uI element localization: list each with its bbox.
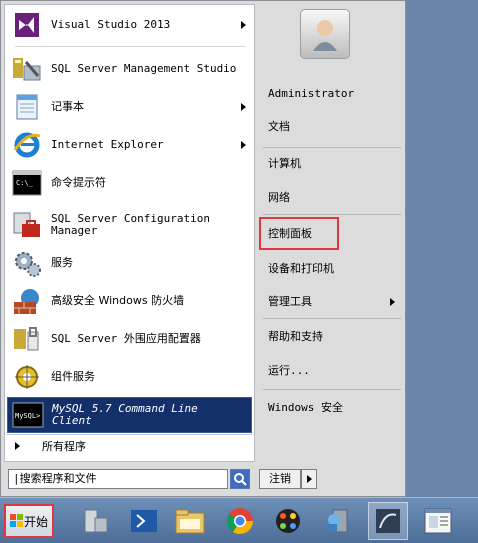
paint-icon [276, 509, 300, 533]
divider [263, 389, 401, 390]
taskbar-explorer[interactable] [170, 502, 210, 540]
user-avatar[interactable] [300, 9, 350, 59]
arrow-right-icon [306, 475, 312, 483]
menu-run[interactable]: 运行... [265, 358, 399, 384]
taskbar-sql-mgmt[interactable] [368, 502, 408, 540]
program-services[interactable]: 服务 [7, 245, 252, 281]
search-input[interactable]: |搜索程序和文件 [8, 469, 228, 489]
internet-explorer-icon [11, 129, 43, 161]
chrome-icon [226, 508, 254, 535]
component-services-icon [11, 361, 43, 393]
shutdown-options-button[interactable] [301, 469, 317, 489]
taskbar-server-manager[interactable] [76, 502, 116, 540]
search-button[interactable] [230, 469, 250, 489]
menu-network[interactable]: 网络 [265, 185, 399, 211]
highlight-box [259, 217, 339, 250]
sql-surface-config-icon [11, 323, 43, 355]
sql-mgmt-icon [376, 509, 400, 533]
windows-logo-icon [9, 514, 23, 527]
taskbar-powershell[interactable] [124, 502, 164, 540]
divider [263, 318, 401, 319]
program-mysql-client[interactable]: MySQL> MySQL 5.7 Command Line Client [7, 397, 252, 433]
sql-management-studio-icon [11, 53, 43, 85]
menu-help-support[interactable]: 帮助和支持 [265, 324, 399, 350]
program-internet-explorer[interactable]: Internet Explorer [7, 127, 252, 163]
services-icon [11, 247, 43, 279]
notepad-icon [11, 91, 43, 123]
svg-text:C:\_: C:\_ [16, 179, 34, 187]
menu-documents[interactable]: 文档 [265, 114, 399, 140]
divider [15, 46, 245, 47]
sql-config-manager-icon [11, 209, 43, 241]
svg-text:MySQL>: MySQL> [15, 412, 40, 420]
program-notepad[interactable]: 记事本 [7, 89, 252, 125]
all-programs-button[interactable]: 所有程序 [7, 433, 252, 459]
start-button[interactable]: 开始 [4, 504, 54, 538]
taskbar-user-setup[interactable] [318, 502, 358, 540]
search-icon [234, 473, 247, 486]
program-sql-config-manager[interactable]: SQL Server Configuration Manager [7, 207, 252, 243]
program-visual-studio[interactable]: Visual Studio 2013 [7, 7, 252, 43]
explorer-folder-icon [175, 509, 205, 534]
submenu-arrow-icon[interactable] [241, 141, 246, 149]
submenu-arrow-icon [390, 298, 395, 306]
logoff-button[interactable]: 注销 [259, 469, 301, 489]
menu-admin-tools[interactable]: 管理工具 [265, 289, 399, 315]
programs-pane: Visual Studio 2013 SQL Server Management… [4, 4, 255, 462]
divider [263, 214, 401, 215]
server-manager-icon [84, 509, 108, 533]
user-icon [313, 20, 337, 51]
program-firewall[interactable]: 高级安全 Windows 防火墙 [7, 283, 252, 319]
menu-devices-printers[interactable]: 设备和打印机 [265, 256, 399, 282]
firewall-icon [11, 285, 43, 317]
program-sql-surface-config[interactable]: SQL Server 外围应用配置器 [7, 321, 252, 357]
start-menu: Visual Studio 2013 SQL Server Management… [0, 0, 406, 497]
powershell-icon [131, 510, 157, 532]
taskbar-chrome[interactable] [220, 502, 260, 540]
program-command-prompt[interactable]: C:\_ 命令提示符 [7, 165, 252, 201]
taskbar-paint[interactable] [268, 502, 308, 540]
menu-computer[interactable]: 计算机 [265, 151, 399, 177]
submenu-arrow-icon[interactable] [241, 21, 246, 29]
menu-windows-security[interactable]: Windows 安全 [265, 395, 399, 421]
program-component-services[interactable]: 组件服务 [7, 359, 252, 395]
program-sql-management-studio[interactable]: SQL Server Management Studio [7, 51, 252, 87]
visual-studio-icon [11, 9, 43, 41]
expand-arrow-icon [15, 442, 20, 450]
document-window-icon [424, 508, 452, 534]
user-setup-icon [327, 509, 348, 533]
divider [263, 147, 401, 148]
submenu-arrow-icon[interactable] [241, 103, 246, 111]
taskbar-document-window[interactable] [418, 502, 458, 540]
user-name[interactable]: Administrator [265, 81, 399, 107]
command-prompt-icon: C:\_ [11, 167, 43, 199]
mysql-console-icon: MySQL> [12, 399, 44, 431]
